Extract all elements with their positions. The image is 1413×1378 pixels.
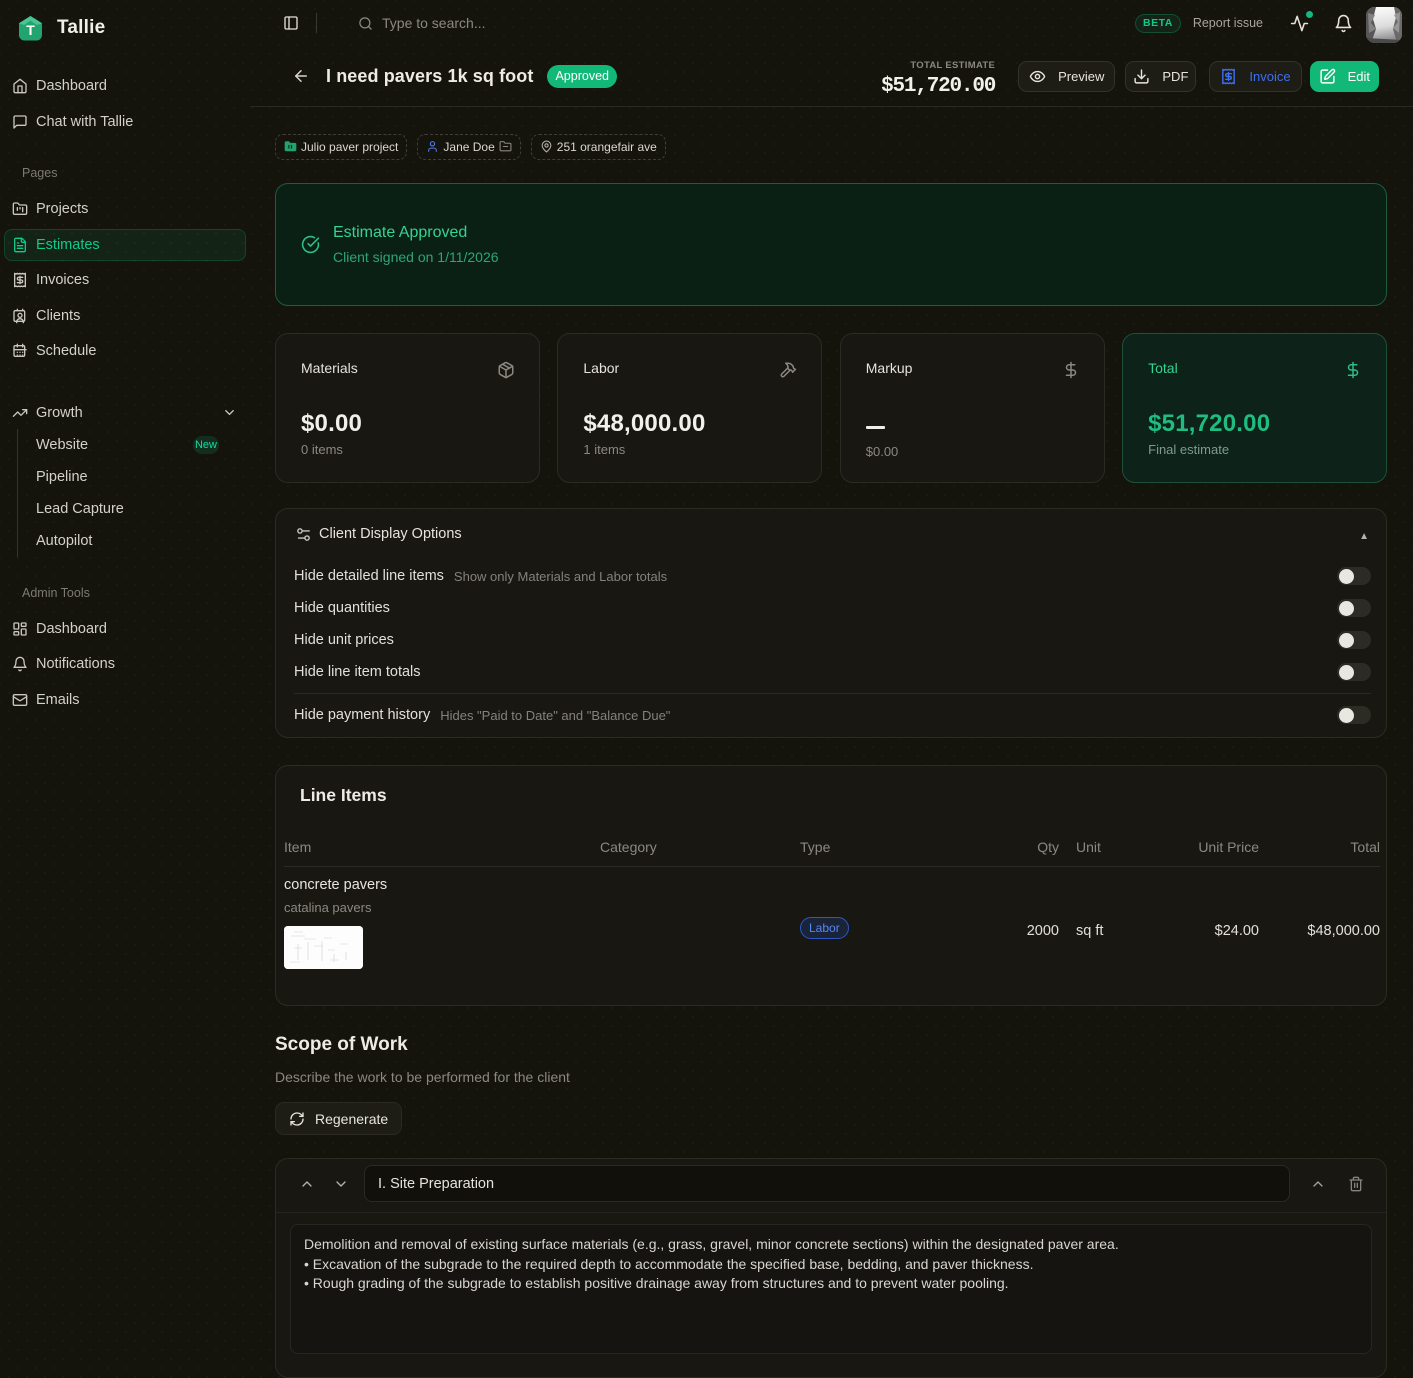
svg-text:T: T: [26, 22, 35, 38]
